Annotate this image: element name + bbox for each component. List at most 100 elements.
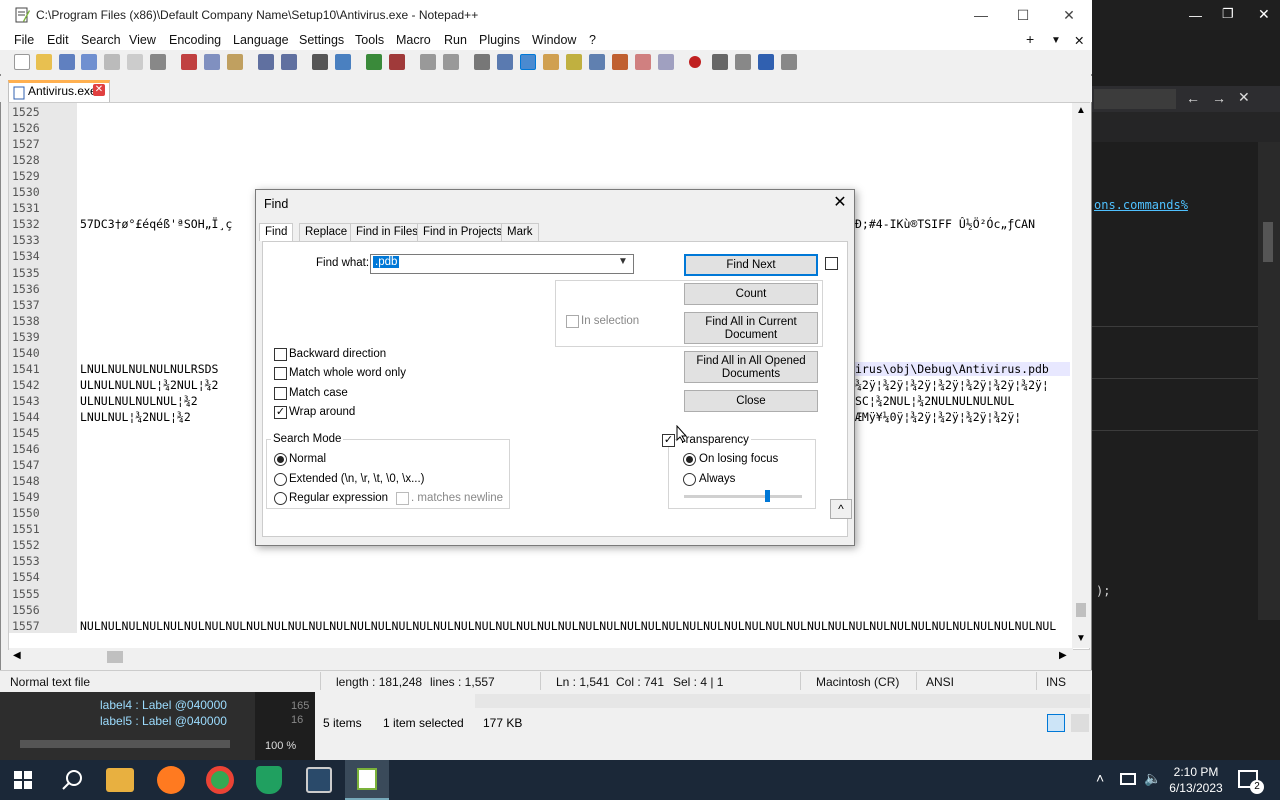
bg-search-input[interactable] <box>1094 89 1176 109</box>
bg-tree-item[interactable]: label5 : Label @040000 <box>100 714 227 728</box>
bg-scrollbar[interactable] <box>1258 142 1280 620</box>
replace-icon[interactable] <box>335 54 351 70</box>
always-radio[interactable] <box>683 473 696 486</box>
network-icon[interactable] <box>1120 773 1136 785</box>
play-macro-icon[interactable] <box>735 54 751 70</box>
tab-find-in-projects[interactable]: Find in Projects <box>417 223 509 241</box>
menu-encoding[interactable]: Encoding <box>169 33 221 47</box>
regex-radio[interactable] <box>274 492 287 505</box>
bg-restore-icon[interactable]: ❐ <box>1222 6 1234 22</box>
chrome-icon[interactable] <box>206 766 234 794</box>
bg-tree-item[interactable]: label4 : Label @040000 <box>100 698 227 712</box>
details-view-icon[interactable] <box>1047 714 1065 732</box>
scroll-up-icon[interactable]: ▲ <box>1076 105 1086 116</box>
save-icon[interactable] <box>59 54 75 70</box>
doc-list-icon[interactable] <box>635 54 651 70</box>
menu-settings[interactable]: Settings <box>299 33 344 47</box>
bg-close-icon[interactable]: ✕ <box>1258 6 1270 23</box>
count-button[interactable]: Count <box>684 283 818 305</box>
tiles-view-icon[interactable] <box>1071 714 1089 732</box>
transparency-slider-thumb[interactable] <box>765 490 770 502</box>
new-tab-icon[interactable]: + <box>1026 31 1034 47</box>
tab-replace[interactable]: Replace <box>299 223 354 241</box>
tab-find-in-files[interactable]: Find in Files <box>350 223 424 241</box>
backward-direction-checkbox[interactable] <box>274 348 287 361</box>
vscroll-thumb[interactable] <box>1076 603 1086 617</box>
bg-close-search-icon[interactable]: ✕ <box>1238 89 1250 106</box>
menu-window[interactable]: Window <box>532 33 576 47</box>
file-explorer-icon[interactable] <box>106 768 134 792</box>
match-case-checkbox[interactable] <box>274 387 287 400</box>
redo-icon[interactable] <box>281 54 297 70</box>
show-all-chars-icon[interactable] <box>497 54 513 70</box>
close-doc-icon[interactable]: ✕ <box>1074 33 1084 48</box>
save-macro-icon[interactable] <box>781 54 797 70</box>
in-selection-checkbox[interactable] <box>566 315 579 328</box>
zoom-out-icon[interactable] <box>389 54 405 70</box>
find-all-opened-button[interactable]: Find All in All Opened Documents <box>684 351 818 383</box>
menu-language[interactable]: Language <box>233 33 289 47</box>
on-losing-focus-radio[interactable] <box>683 453 696 466</box>
menu-help[interactable]: ? <box>589 33 596 47</box>
menu-macro[interactable]: Macro <box>396 33 431 47</box>
tab-find[interactable]: Find <box>259 223 294 241</box>
volume-icon[interactable]: 🔈 <box>1144 770 1161 787</box>
function-list-icon[interactable] <box>589 54 605 70</box>
zoom-in-icon[interactable] <box>366 54 382 70</box>
scroll-right-icon[interactable]: ▶ <box>1059 650 1067 661</box>
wrap-around-checkbox[interactable]: ✓ <box>274 406 287 419</box>
paste-icon[interactable] <box>227 54 243 70</box>
find-what-combobox[interactable] <box>370 254 634 274</box>
find-icon[interactable] <box>312 54 328 70</box>
tab-mark[interactable]: Mark <box>501 223 539 241</box>
maximize-button[interactable]: ☐ <box>1000 0 1046 30</box>
minimize-button[interactable]: — <box>958 0 1004 30</box>
scroll-down-icon[interactable]: ▼ <box>1076 633 1086 644</box>
taskbar-clock[interactable]: 2:10 PM 6/13/2023 <box>1166 764 1226 796</box>
transparency-checkbox[interactable]: ✓ <box>662 434 675 447</box>
undo-icon[interactable] <box>258 54 274 70</box>
close-file-icon[interactable] <box>104 54 120 70</box>
record-macro-icon[interactable] <box>689 56 701 68</box>
search-icon[interactable] <box>62 769 84 791</box>
indent-guide-icon[interactable] <box>520 54 536 70</box>
cut-icon[interactable] <box>181 54 197 70</box>
find-next-button[interactable]: Find Next <box>684 254 818 276</box>
doc-map-icon[interactable] <box>566 54 582 70</box>
bg-zoom-level[interactable]: 100 % <box>265 740 296 752</box>
find-next-option-checkbox[interactable] <box>825 257 838 270</box>
find-what-value[interactable]: .pdb <box>373 256 400 268</box>
collapse-button[interactable]: ^ <box>830 499 852 519</box>
find-dialog-close-icon[interactable]: ✕ <box>830 193 850 213</box>
bg-explorer-hscroll[interactable] <box>475 694 1090 708</box>
open-file-icon[interactable] <box>36 54 52 70</box>
bg-back-arrow-icon[interactable]: ← <box>1186 90 1200 106</box>
normal-radio[interactable] <box>274 453 287 466</box>
monitoring-icon[interactable] <box>658 54 674 70</box>
scroll-left-icon[interactable]: ◀ <box>13 650 21 661</box>
vertical-scrollbar[interactable]: ▲ ▼ <box>1072 103 1090 648</box>
tab-list-icon[interactable]: ▼ <box>1051 35 1061 46</box>
bg-code-link[interactable]: ons.commands% <box>1094 198 1188 212</box>
close-all-icon[interactable] <box>127 54 143 70</box>
menu-search[interactable]: Search <box>81 33 121 47</box>
tab-close-icon[interactable]: ✕ <box>93 84 105 96</box>
sync-horizontal-icon[interactable] <box>443 54 459 70</box>
run-macro-multiple-icon[interactable] <box>758 54 774 70</box>
horizontal-scrollbar[interactable]: ◀ ▶ <box>9 648 1073 666</box>
menu-plugins[interactable]: Plugins <box>479 33 520 47</box>
new-file-icon[interactable] <box>14 54 30 70</box>
udl-icon[interactable] <box>543 54 559 70</box>
matches-newline-checkbox[interactable] <box>396 492 409 505</box>
task-view-icon[interactable] <box>306 767 332 793</box>
hscroll-thumb[interactable] <box>107 651 123 663</box>
print-icon[interactable] <box>150 54 166 70</box>
close-button[interactable]: ✕ <box>1046 0 1092 30</box>
find-all-current-button[interactable]: Find All in Current Document <box>684 312 818 344</box>
folder-as-workspace-icon[interactable] <box>612 54 628 70</box>
match-whole-word-checkbox[interactable] <box>274 367 287 380</box>
close-dialog-button[interactable]: Close <box>684 390 818 412</box>
transparency-slider[interactable] <box>684 495 802 498</box>
bg-hscrollbar[interactable] <box>20 740 230 748</box>
copy-icon[interactable] <box>204 54 220 70</box>
